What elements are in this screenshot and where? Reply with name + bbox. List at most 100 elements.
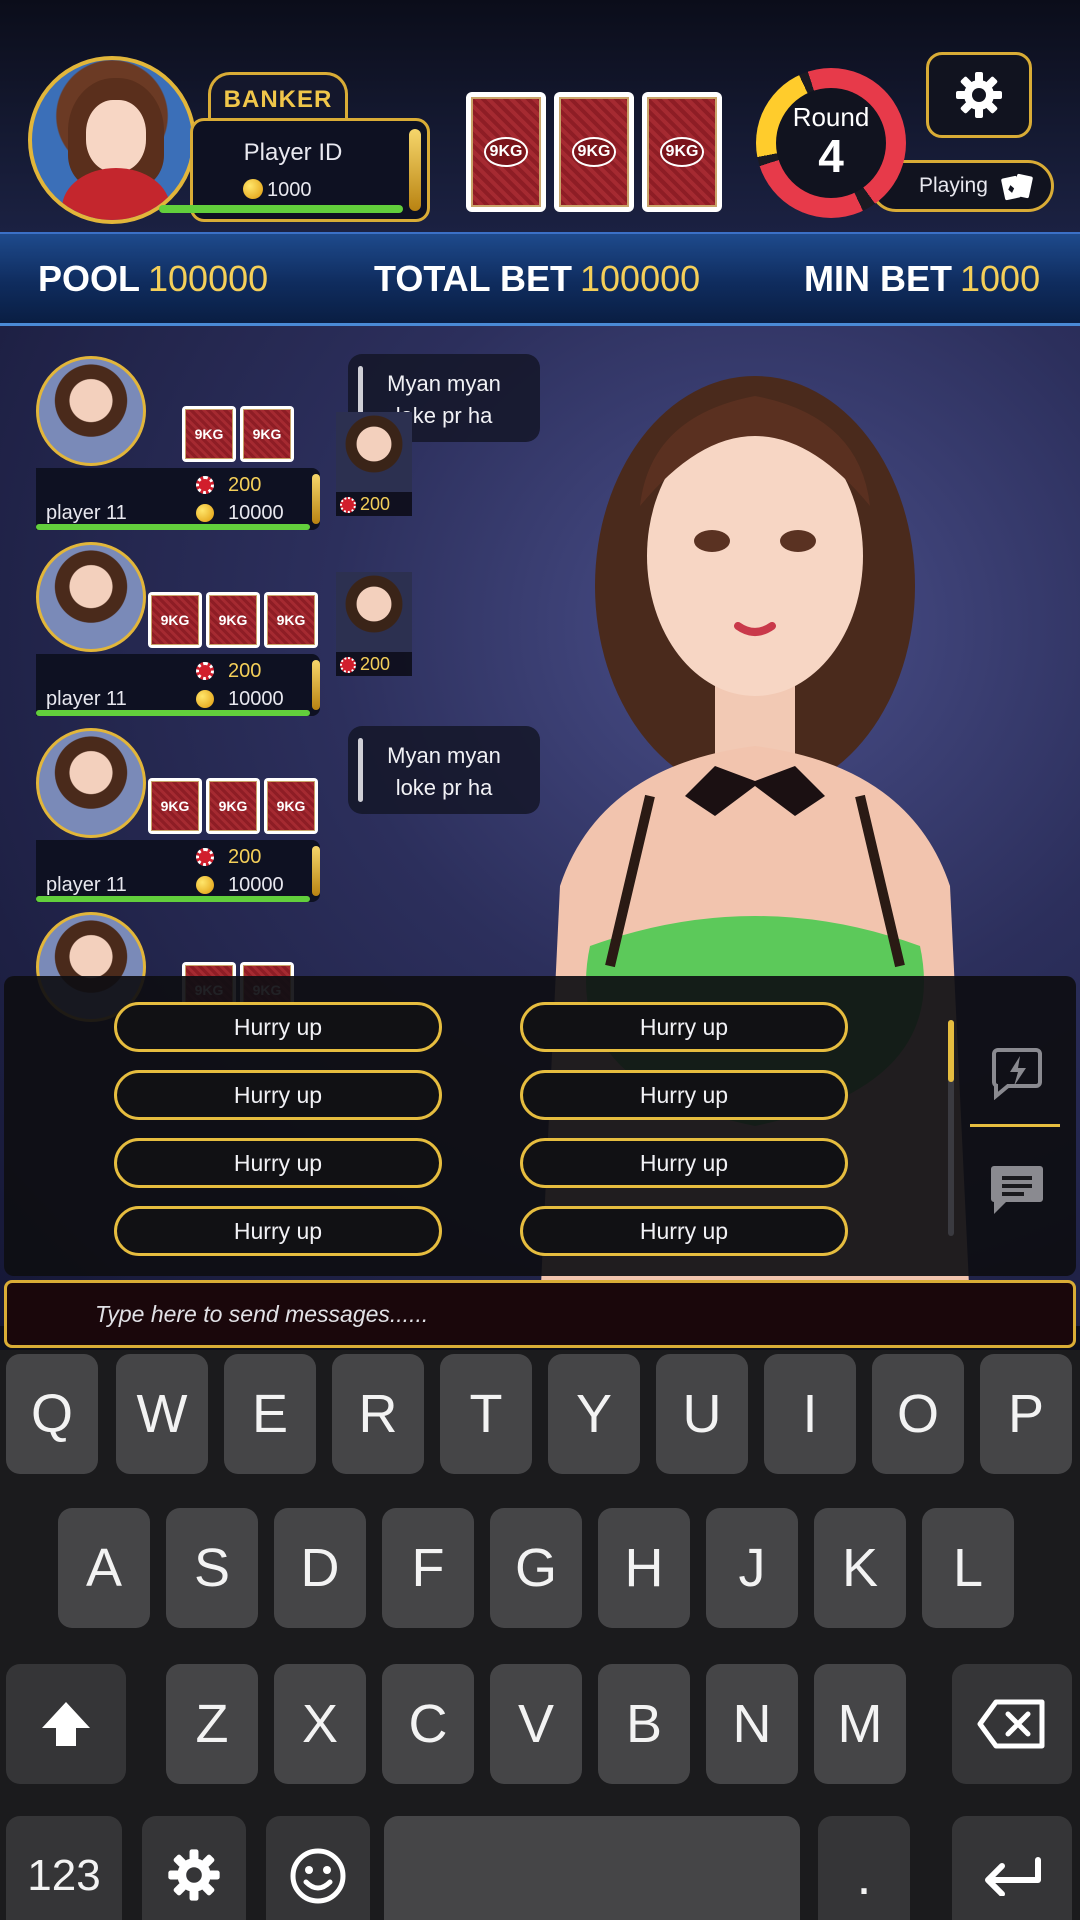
key-z[interactable]: Z bbox=[166, 1664, 258, 1784]
key-d[interactable]: D bbox=[274, 1508, 366, 1628]
backspace-key[interactable] bbox=[952, 1664, 1072, 1784]
quick-chat-scrollbar[interactable] bbox=[948, 1020, 954, 1236]
chat-bubble-line: Myan myan bbox=[387, 743, 501, 768]
numbers-key[interactable]: 123 bbox=[6, 1816, 122, 1920]
key-i[interactable]: I bbox=[764, 1354, 856, 1474]
player-name: player 11 bbox=[46, 874, 127, 896]
player-bet: 200 bbox=[196, 846, 261, 869]
coin-icon bbox=[196, 876, 214, 894]
card-logo: 9KG bbox=[659, 137, 705, 167]
key-w[interactable]: W bbox=[116, 1354, 208, 1474]
key-b[interactable]: B bbox=[598, 1664, 690, 1784]
key-v[interactable]: V bbox=[490, 1664, 582, 1784]
key-c[interactable]: C bbox=[382, 1664, 474, 1784]
enter-key[interactable] bbox=[952, 1816, 1072, 1920]
player-card: 9KG bbox=[206, 592, 260, 648]
shift-key[interactable] bbox=[6, 1664, 126, 1784]
side-bet-amount: 200 bbox=[360, 654, 391, 674]
gold-edge bbox=[312, 474, 320, 524]
key-x[interactable]: X bbox=[274, 1664, 366, 1784]
key-n[interactable]: N bbox=[706, 1664, 798, 1784]
key-k[interactable]: K bbox=[814, 1508, 906, 1628]
player-seat[interactable]: 9KG 9KG 9KG player 11 200 10000 bbox=[36, 536, 328, 716]
player-bet: 200 bbox=[196, 474, 261, 497]
banker-info-panel: Player ID 1000 bbox=[159, 118, 430, 222]
banker-tab: BANKER bbox=[208, 72, 348, 124]
key-j[interactable]: J bbox=[706, 1508, 798, 1628]
side-bet: 200 bbox=[336, 492, 412, 516]
avatar-face bbox=[86, 100, 146, 172]
key-a[interactable]: A bbox=[58, 1508, 150, 1628]
key-l[interactable]: L bbox=[922, 1508, 1014, 1628]
emoji-key[interactable] bbox=[266, 1816, 370, 1920]
total-bet-label: TOTAL BET bbox=[374, 258, 572, 299]
cards-icon bbox=[1001, 173, 1033, 201]
player-cards: 9KG 9KG 9KG bbox=[148, 778, 318, 834]
player-avatar[interactable] bbox=[36, 356, 146, 466]
key-h[interactable]: H bbox=[598, 1508, 690, 1628]
player-seat[interactable]: 9KG 9KG player 11 200 10000 bbox=[36, 350, 328, 530]
spacebar-key[interactable] bbox=[384, 1816, 800, 1920]
min-bet-value: 1000 bbox=[960, 258, 1041, 299]
settings-button[interactable] bbox=[926, 52, 1032, 138]
side-bettor[interactable]: 200 bbox=[336, 572, 412, 676]
player-name: player 11 bbox=[46, 502, 127, 524]
pool-label: POOL bbox=[38, 258, 141, 299]
gear-icon bbox=[168, 1849, 220, 1901]
quick-phrases-icon[interactable] bbox=[988, 1042, 1046, 1100]
stats-bar: POOL 100000 TOTAL BET 100000 MIN BET 1000 bbox=[0, 232, 1080, 326]
key-r[interactable]: R bbox=[332, 1354, 424, 1474]
keyboard-settings-key[interactable] bbox=[142, 1816, 246, 1920]
key-q[interactable]: Q bbox=[6, 1354, 98, 1474]
quick-message-button[interactable]: Hurry up bbox=[520, 1070, 848, 1120]
key-f[interactable]: F bbox=[382, 1508, 474, 1628]
banker-coins: 1000 bbox=[243, 179, 312, 202]
key-m[interactable]: M bbox=[814, 1664, 906, 1784]
quick-message-button[interactable]: Hurry up bbox=[114, 1138, 442, 1188]
key-t[interactable]: T bbox=[440, 1354, 532, 1474]
quick-message-button[interactable]: Hurry up bbox=[520, 1138, 848, 1188]
player-avatar[interactable] bbox=[36, 542, 146, 652]
pool-value: 100000 bbox=[148, 258, 269, 299]
quick-message-button[interactable]: Hurry up bbox=[520, 1206, 848, 1256]
player-name: player 11 bbox=[46, 688, 127, 710]
bubble-edge bbox=[358, 738, 363, 802]
key-o[interactable]: O bbox=[872, 1354, 964, 1474]
player-seat[interactable]: 9KG 9KG 9KG player 11 200 10000 bbox=[36, 722, 328, 902]
quick-message-button[interactable]: Hurry up bbox=[114, 1070, 442, 1120]
side-bettor[interactable]: 200 bbox=[336, 412, 412, 516]
chip-icon bbox=[196, 476, 214, 494]
player-card: 9KG bbox=[182, 406, 236, 462]
quick-chat-panel: Hurry up Hurry up Hurry up Hurry up Hurr… bbox=[4, 976, 1076, 1276]
gold-edge bbox=[409, 129, 421, 211]
chip-icon bbox=[196, 848, 214, 866]
player-progress-bar bbox=[36, 896, 310, 902]
coin-icon bbox=[243, 179, 263, 199]
key-g[interactable]: G bbox=[490, 1508, 582, 1628]
side-bet-amount: 200 bbox=[360, 494, 391, 514]
key-s[interactable]: S bbox=[166, 1508, 258, 1628]
player-bet: 200 bbox=[196, 660, 261, 683]
tab-divider bbox=[970, 1124, 1060, 1127]
key-e[interactable]: E bbox=[224, 1354, 316, 1474]
player-avatar[interactable] bbox=[36, 728, 146, 838]
quick-message-button[interactable]: Hurry up bbox=[520, 1002, 848, 1052]
on-screen-keyboard: Q W E R T Y U I O P A S D F G H J K L Z … bbox=[0, 1350, 1080, 1920]
gold-edge bbox=[312, 846, 320, 896]
min-bet-label: MIN BET bbox=[804, 258, 952, 299]
key-y[interactable]: Y bbox=[548, 1354, 640, 1474]
quick-message-button[interactable]: Hurry up bbox=[114, 1206, 442, 1256]
key-p[interactable]: P bbox=[980, 1354, 1072, 1474]
banker-avatar[interactable] bbox=[28, 56, 196, 224]
chat-message-icon[interactable] bbox=[988, 1160, 1046, 1218]
message-input[interactable] bbox=[4, 1280, 1076, 1348]
player-progress-bar bbox=[36, 710, 310, 716]
scrollbar-thumb[interactable] bbox=[948, 1020, 954, 1082]
game-screen: BANKER Player ID 1000 9KG 9KG 9KG Playin… bbox=[0, 0, 1080, 1920]
coin-icon bbox=[196, 690, 214, 708]
quick-message-button[interactable]: Hurry up bbox=[114, 1002, 442, 1052]
key-u[interactable]: U bbox=[656, 1354, 748, 1474]
side-bettor-avatar bbox=[336, 572, 412, 652]
period-key[interactable]: . bbox=[818, 1816, 910, 1920]
min-bet-stat: MIN BET 1000 bbox=[804, 258, 1040, 300]
